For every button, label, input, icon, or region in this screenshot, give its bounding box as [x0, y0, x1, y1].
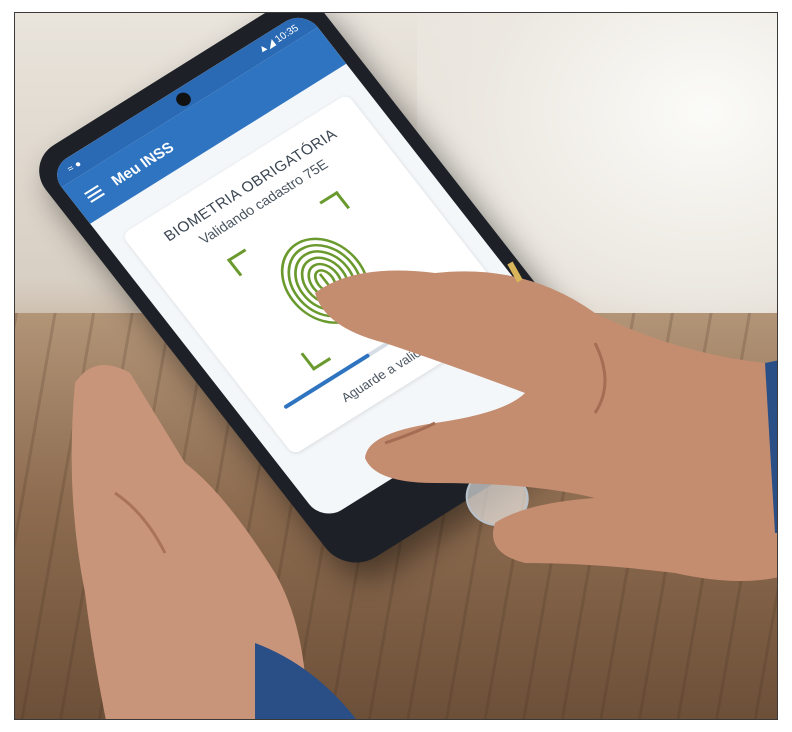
- scan-corner: [226, 248, 258, 277]
- right-hand: [315, 261, 777, 581]
- menu-icon[interactable]: [84, 184, 106, 203]
- photo-frame: ≈ ● ▲◢ 10:35 Meu INSS BIOMETRIA OBRIGATÓ…: [14, 12, 778, 720]
- status-left: ≈ ●: [64, 158, 84, 175]
